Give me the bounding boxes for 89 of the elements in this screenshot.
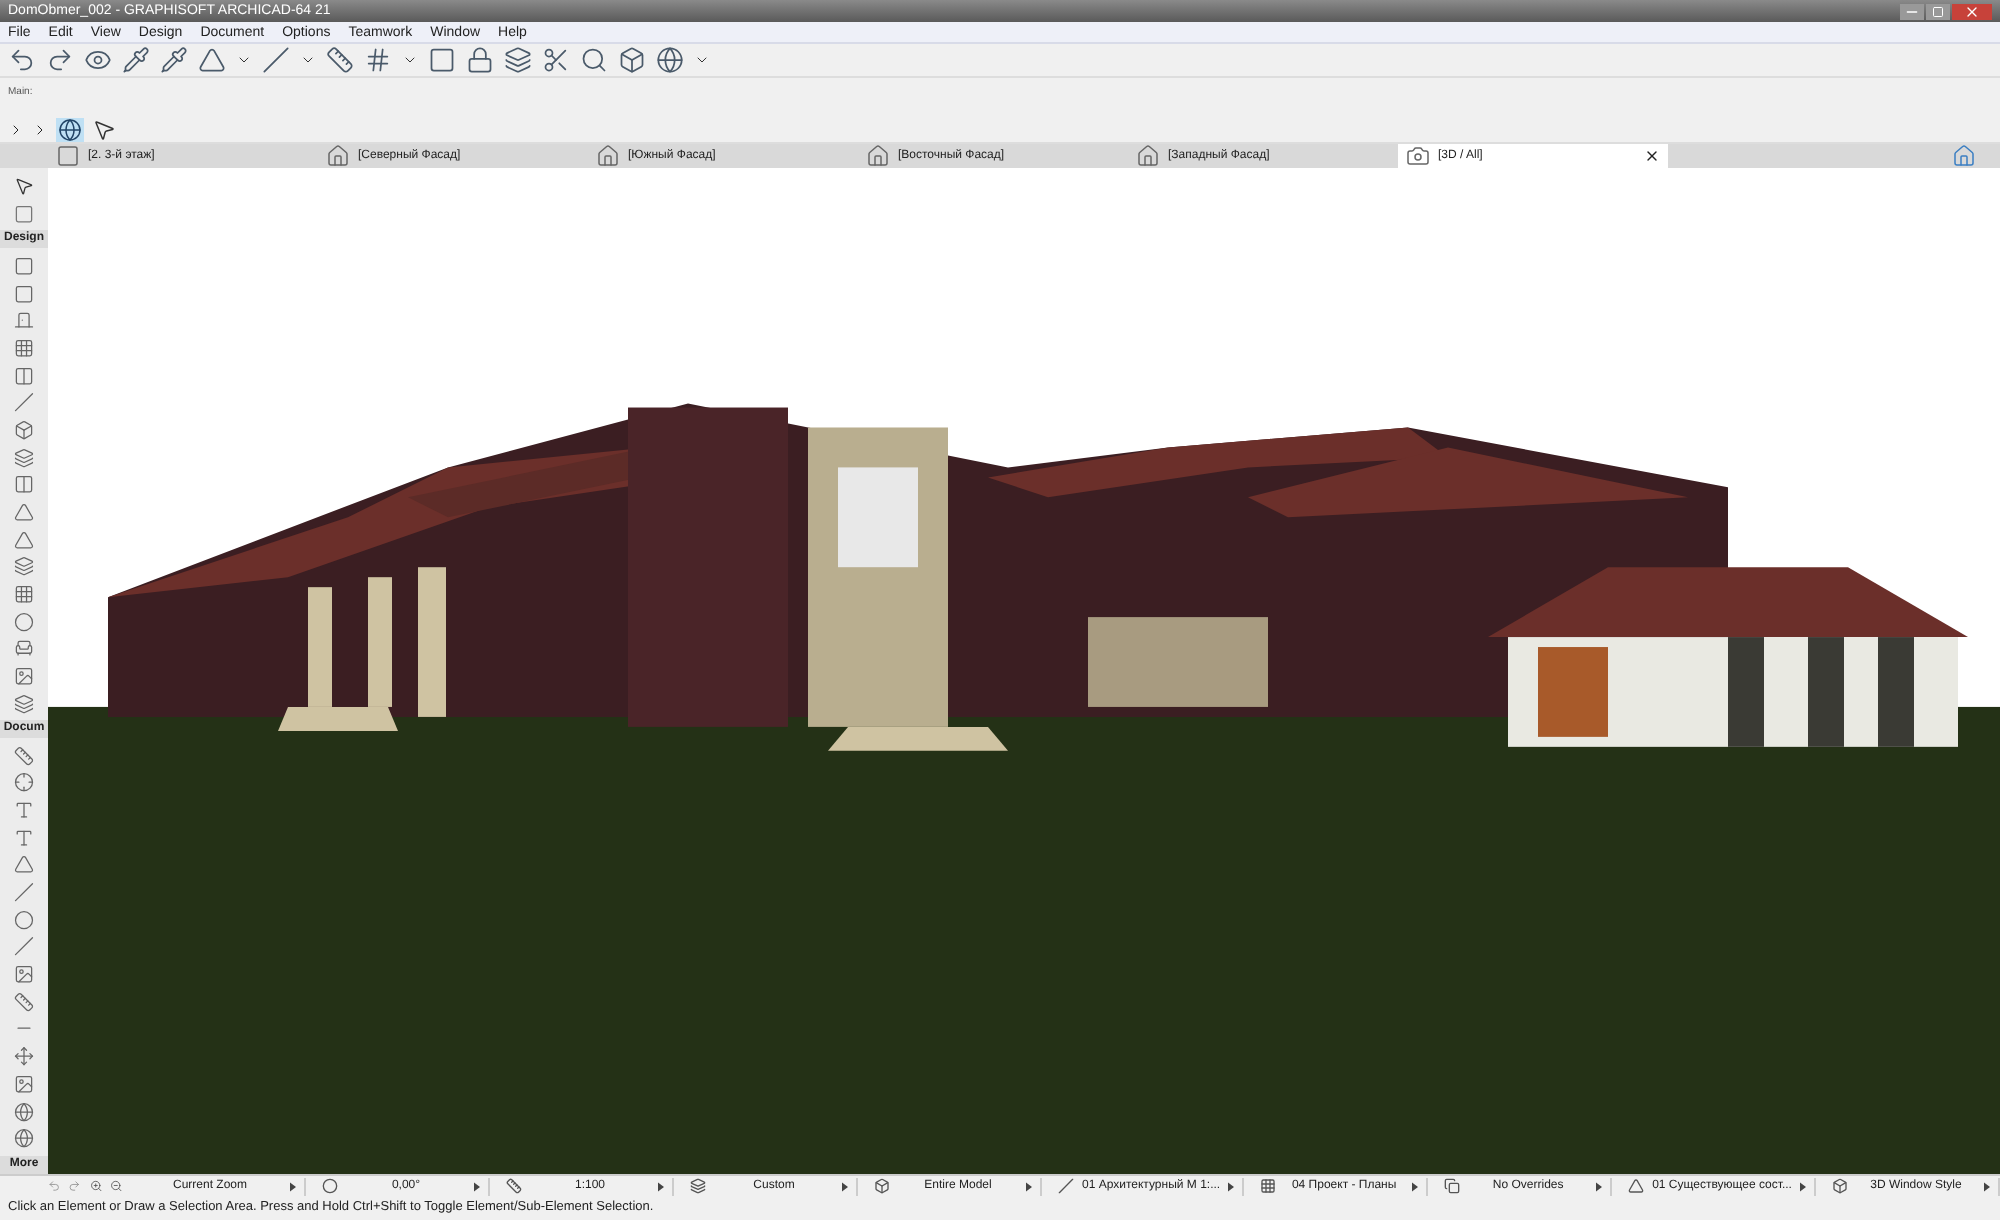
caret-icon xyxy=(1026,1181,1032,1191)
caret-icon[interactable] xyxy=(402,52,418,68)
door-icon[interactable] xyxy=(12,310,36,331)
maximize-icon xyxy=(1932,5,1944,17)
line-icon[interactable] xyxy=(12,936,36,958)
orbit-icon[interactable] xyxy=(56,117,84,141)
grid-icon[interactable] xyxy=(364,46,392,74)
house-icon xyxy=(1136,144,1160,168)
close-icon xyxy=(1964,3,1980,19)
ruler-icon[interactable] xyxy=(12,745,36,766)
grid-icon[interactable] xyxy=(12,337,36,359)
crosshair-icon[interactable] xyxy=(12,772,36,794)
triangle-icon[interactable] xyxy=(198,46,226,74)
column-icon[interactable] xyxy=(12,365,36,386)
layers-icon[interactable] xyxy=(12,693,36,714)
text-icon[interactable] xyxy=(12,827,36,848)
box-icon[interactable] xyxy=(12,419,36,441)
copy-icon xyxy=(1444,1178,1461,1194)
image-icon[interactable] xyxy=(12,964,36,985)
house-icon xyxy=(866,144,890,168)
undo-icon[interactable] xyxy=(8,46,36,74)
house-icon xyxy=(326,144,350,168)
slash-icon[interactable] xyxy=(12,392,36,413)
floor-plan-icon xyxy=(56,144,80,168)
maximize-button[interactable] xyxy=(1926,3,1950,19)
minimize-button[interactable] xyxy=(1900,3,1924,19)
image-icon[interactable] xyxy=(12,665,36,687)
armchair-icon[interactable] xyxy=(12,638,36,659)
caret-icon xyxy=(474,1181,480,1191)
marquee-icon[interactable] xyxy=(12,203,36,224)
caret-icon xyxy=(1228,1181,1235,1191)
zoom-out-icon[interactable] xyxy=(109,1178,122,1194)
ruler-icon[interactable] xyxy=(326,46,354,74)
triangle-icon[interactable] xyxy=(12,529,36,550)
triangle-icon[interactable] xyxy=(12,854,36,876)
cube-icon xyxy=(874,1178,890,1194)
caret-icon xyxy=(1412,1181,1419,1191)
caret-icon[interactable] xyxy=(236,52,252,68)
eyedropper-icon[interactable] xyxy=(160,46,188,74)
rectangle-icon[interactable] xyxy=(12,255,36,277)
text-icon[interactable] xyxy=(12,800,36,821)
caret-icon xyxy=(842,1181,848,1191)
search-icon[interactable] xyxy=(580,46,608,74)
globe-icon[interactable] xyxy=(656,46,684,74)
grid-icon xyxy=(1260,1178,1277,1194)
rectangle-icon[interactable] xyxy=(12,283,36,304)
ruler-icon xyxy=(506,1178,522,1194)
pointer-icon[interactable] xyxy=(92,117,116,141)
pointer-icon[interactable] xyxy=(12,176,36,197)
grid-icon[interactable] xyxy=(12,583,36,605)
ruler-icon[interactable] xyxy=(12,991,36,1012)
circle-icon[interactable] xyxy=(12,909,36,930)
circle-icon[interactable] xyxy=(12,611,36,632)
caret-icon xyxy=(1799,1181,1806,1191)
camera-icon xyxy=(1406,144,1430,168)
layers-icon[interactable] xyxy=(12,447,36,468)
globe-icon[interactable] xyxy=(12,1101,36,1122)
caret-icon xyxy=(1983,1181,1990,1191)
zoom-in-icon[interactable] xyxy=(89,1178,102,1194)
move-icon[interactable] xyxy=(12,1046,36,1067)
caret-icon xyxy=(1596,1181,1603,1191)
triangle-icon xyxy=(1628,1178,1645,1194)
globe-icon[interactable] xyxy=(12,1128,36,1149)
scissors-icon[interactable] xyxy=(542,46,570,74)
image-icon[interactable] xyxy=(12,1073,36,1094)
close-icon[interactable] xyxy=(1644,148,1660,164)
caret-icon xyxy=(290,1181,296,1191)
caret-icon xyxy=(658,1181,664,1191)
lock-icon[interactable] xyxy=(466,46,494,74)
line-icon[interactable] xyxy=(12,882,36,903)
square-icon[interactable] xyxy=(428,46,456,74)
layers-icon[interactable] xyxy=(504,46,532,74)
eye-icon[interactable] xyxy=(84,46,112,74)
layers-icon xyxy=(690,1178,706,1194)
house-icon xyxy=(596,144,620,168)
redo-icon[interactable] xyxy=(46,46,74,74)
close-button[interactable] xyxy=(1952,3,1992,19)
house-icon[interactable] xyxy=(1952,144,1976,168)
caret-icon[interactable] xyxy=(694,52,710,68)
eyedropper-icon[interactable] xyxy=(122,46,150,74)
line-icon[interactable] xyxy=(262,46,290,74)
column-icon[interactable] xyxy=(12,474,36,495)
cube-icon xyxy=(1831,1178,1848,1194)
triangle-icon[interactable] xyxy=(12,501,36,523)
circle-icon xyxy=(322,1178,338,1194)
box-icon[interactable] xyxy=(618,46,646,74)
line-icon xyxy=(1058,1178,1074,1194)
caret-icon[interactable] xyxy=(300,52,316,68)
layers-icon[interactable] xyxy=(12,556,36,577)
